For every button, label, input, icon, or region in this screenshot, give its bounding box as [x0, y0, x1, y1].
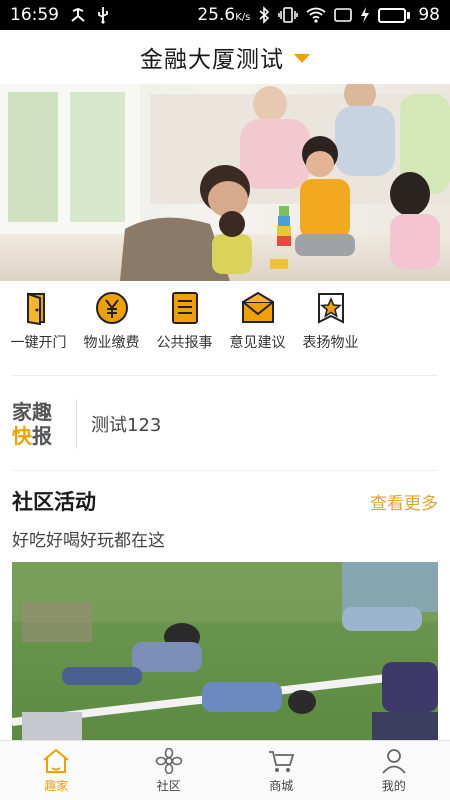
screen-icon — [334, 5, 353, 25]
usb-debug-icon — [69, 5, 87, 25]
news-logo-line2b: 报 — [32, 424, 52, 448]
kids-playing-on-grass-photo — [12, 562, 438, 740]
quick-action-open-door[interactable]: 一键开门 — [2, 290, 75, 368]
flower-icon — [154, 747, 184, 775]
news-separator — [76, 399, 77, 449]
cart-icon — [266, 747, 296, 775]
network-speed-unit: K/s — [235, 12, 251, 23]
page-title: 金融大厦测试 — [140, 47, 284, 73]
envelope-icon — [240, 290, 276, 326]
document-icon — [167, 290, 203, 326]
network-speed: 25.6K/s — [197, 5, 251, 25]
see-more-link[interactable]: 查看更多 — [370, 489, 438, 514]
quick-action-suggestion[interactable]: 意见建议 — [221, 290, 294, 368]
tab-label: 商城 — [269, 779, 294, 793]
community-selector[interactable]: 金融大厦测试 — [0, 30, 450, 84]
tab-label: 趣家 — [44, 779, 69, 793]
quick-action-label: 公共报事 — [156, 335, 213, 351]
wifi-icon — [306, 5, 326, 25]
section-title: 社区活动 — [12, 490, 96, 514]
battery-level: 98 — [418, 5, 440, 25]
divider — [12, 375, 438, 376]
charging-icon — [360, 5, 370, 25]
news-logo: 家趣 快报 — [12, 394, 76, 454]
divider — [12, 470, 438, 471]
home-icon — [41, 747, 71, 775]
quick-action-label: 表扬物业 — [302, 335, 359, 351]
tab-community[interactable]: 社区 — [113, 741, 226, 800]
usb-icon — [97, 5, 109, 25]
caret-down-icon — [294, 54, 310, 63]
yuan-coin-icon — [94, 290, 130, 326]
activities-header: 社区活动 查看更多 — [12, 486, 438, 516]
tab-me[interactable]: 我的 — [338, 741, 450, 800]
news-ticker[interactable]: 家趣 快报 测试123 — [12, 392, 438, 456]
activity-image[interactable] — [12, 562, 438, 740]
quick-action-label: 意见建议 — [229, 335, 286, 351]
quick-action-praise[interactable]: 表扬物业 — [294, 290, 367, 368]
bottom-tab-bar: 趣家 社区 商城 我的 — [0, 740, 450, 800]
quick-actions: 一键开门 物业缴费 公共报事 意见建议 表扬物业 — [0, 290, 450, 368]
news-headline[interactable]: 测试123 — [91, 411, 161, 437]
door-icon — [21, 290, 57, 326]
clock: 16:59 — [10, 5, 59, 25]
vibrate-icon — [278, 5, 299, 25]
status-bar: 16:59 25.6K/s 98 — [0, 0, 450, 30]
quick-action-property-fee[interactable]: 物业缴费 — [75, 290, 148, 368]
star-badge-icon — [313, 290, 349, 326]
quick-action-label: 物业缴费 — [83, 335, 140, 351]
tab-home[interactable]: 趣家 — [0, 741, 113, 800]
family-playing-with-blocks-photo — [0, 84, 450, 281]
news-logo-line2a: 快 — [12, 424, 32, 448]
tab-label: 我的 — [381, 779, 406, 793]
person-icon — [379, 747, 409, 775]
news-logo-line1: 家趣 — [12, 400, 52, 424]
battery-icon — [378, 7, 411, 23]
quick-action-label: 一键开门 — [10, 335, 67, 351]
section-subtitle: 好吃好喝好玩都在这 — [12, 531, 165, 551]
bluetooth-icon — [258, 5, 270, 25]
tab-label: 社区 — [156, 779, 181, 793]
banner-image[interactable] — [0, 84, 450, 281]
quick-action-public-report[interactable]: 公共报事 — [148, 290, 221, 368]
tab-mall[interactable]: 商城 — [225, 741, 338, 800]
